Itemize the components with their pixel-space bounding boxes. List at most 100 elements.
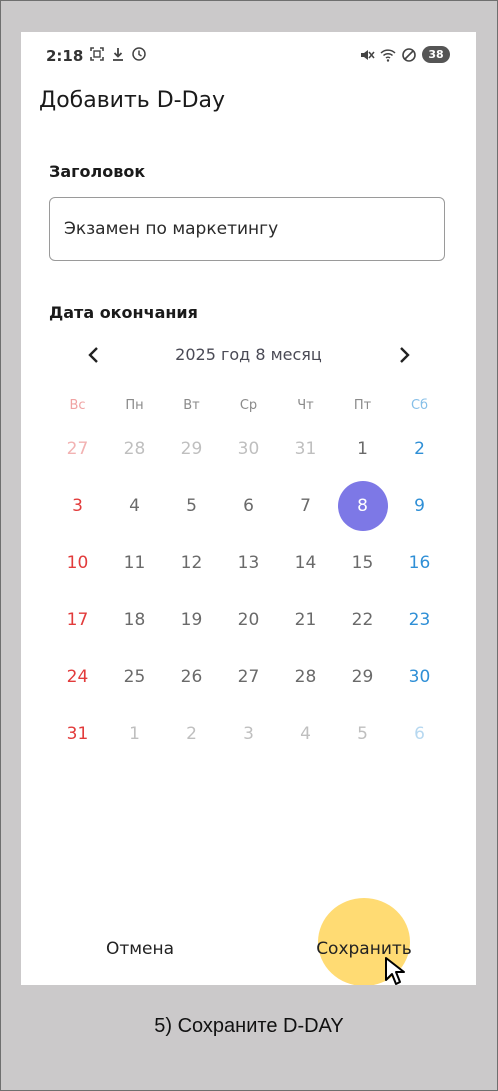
calendar-day-number: 1	[357, 438, 368, 459]
calendar-day[interactable]: 29	[163, 420, 220, 477]
calendar-day[interactable]: 7	[277, 477, 334, 534]
calendar-day[interactable]: 20	[220, 591, 277, 648]
calendar-day[interactable]: 26	[163, 648, 220, 705]
calendar-day-number: 24	[66, 666, 89, 687]
calendar-day[interactable]: 2	[163, 705, 220, 762]
title-input[interactable]	[49, 197, 445, 261]
calendar-day[interactable]: 13	[220, 534, 277, 591]
calendar-day[interactable]: 17	[49, 591, 106, 648]
calendar-day[interactable]: 19	[163, 591, 220, 648]
calendar-day[interactable]: 24	[49, 648, 106, 705]
calendar-day[interactable]: 14	[277, 534, 334, 591]
calendar-day-number: 28	[294, 666, 317, 687]
calendar-day[interactable]: 21	[277, 591, 334, 648]
calendar-day[interactable]: 6	[391, 705, 448, 762]
calendar-day[interactable]: 27	[49, 420, 106, 477]
calendar-week-row: 3 4 5 6 7 8 9	[49, 477, 448, 534]
calendar-day[interactable]: 28	[106, 420, 163, 477]
phone-screen: 2:18 38 Добавить D-Day Заголовок Экзамен…	[21, 32, 476, 985]
calendar-day-number: 27	[66, 438, 89, 459]
calendar-day-selected[interactable]: 8	[334, 477, 391, 534]
calendar-day-number: 26	[180, 666, 203, 687]
calendar-day-number: 31	[66, 723, 89, 744]
calendar-day-number: 27	[237, 666, 260, 687]
calendar-day[interactable]: 5	[163, 477, 220, 534]
calendar-day-number: 2	[414, 438, 425, 459]
calendar-day-number: 14	[294, 552, 317, 573]
calendar-week-row: 17 18 19 20 21 22 23	[49, 591, 448, 648]
calendar-day[interactable]: 6	[220, 477, 277, 534]
weekday-header-row: Вс Пн Вт Ср Чт Пт Сб	[49, 392, 448, 420]
calendar-day[interactable]: 27	[220, 648, 277, 705]
timer-icon	[132, 47, 146, 61]
calendar-day[interactable]: 11	[106, 534, 163, 591]
calendar-day-number: 2	[186, 723, 197, 744]
calendar-day-number: 30	[237, 438, 260, 459]
weekday-header: Сб	[410, 398, 429, 413]
calendar-day[interactable]: 3	[49, 477, 106, 534]
calendar-day-number: 23	[408, 609, 431, 630]
calendar-day-number: 13	[237, 552, 260, 573]
wifi-icon	[380, 48, 396, 62]
calendar-day-number: 28	[123, 438, 146, 459]
weekday-header: Ср	[239, 398, 258, 413]
calendar-day[interactable]: 3	[220, 705, 277, 762]
calendar-day[interactable]: 16	[391, 534, 448, 591]
weekday-header: Чт	[297, 398, 314, 413]
mute-icon	[361, 49, 375, 60]
calendar-day[interactable]: 18	[106, 591, 163, 648]
end-date-label: Дата окончания	[49, 303, 198, 322]
calendar-day-number: 3	[243, 723, 254, 744]
title-field-label: Заголовок	[49, 162, 146, 181]
calendar-day[interactable]: 9	[391, 477, 448, 534]
calendar-day[interactable]: 15	[334, 534, 391, 591]
instruction-caption: 5) Сохраните D-DAY	[154, 1015, 344, 1037]
calendar-day-number: 17	[66, 609, 89, 630]
weekday-header: Пт	[353, 398, 372, 413]
calendar-day-number: 4	[300, 723, 311, 744]
calendar-week-row: 27 28 29 30 31 1 2	[49, 420, 448, 477]
calendar-week-row: 24 25 26 27 28 29 30	[49, 648, 448, 705]
calendar-day[interactable]: 1	[334, 420, 391, 477]
calendar-day[interactable]: 4	[277, 705, 334, 762]
battery-indicator: 38	[422, 46, 450, 63]
calendar-day[interactable]: 2	[391, 420, 448, 477]
calendar-day[interactable]: 5	[334, 705, 391, 762]
calendar-day-number: 6	[243, 495, 254, 516]
calendar-day[interactable]: 25	[106, 648, 163, 705]
calendar-grid: Вс Пн Вт Ср Чт Пт Сб 27 28 29 30 31 1 2 3 4 5 6 7 8 9 10 11 12 1…	[49, 392, 448, 762]
calendar-day-number: 7	[300, 495, 311, 516]
calendar-day-number: 4	[129, 495, 140, 516]
calendar-week-row: 31 1 2 3 4 5 6	[49, 705, 448, 762]
calendar-day-number: 31	[294, 438, 317, 459]
calendar-day[interactable]: 1	[106, 705, 163, 762]
calendar-day-number: 19	[180, 609, 203, 630]
calendar-day[interactable]: 23	[391, 591, 448, 648]
calendar-day[interactable]: 30	[391, 648, 448, 705]
calendar-day[interactable]: 31	[49, 705, 106, 762]
calendar-day-number: 18	[123, 609, 146, 630]
calendar-day-number: 10	[66, 552, 89, 573]
download-icon	[113, 48, 123, 61]
calendar-day-number: 1	[129, 723, 140, 744]
calendar-day[interactable]: 30	[220, 420, 277, 477]
calendar-day[interactable]: 4	[106, 477, 163, 534]
calendar-day[interactable]: 12	[163, 534, 220, 591]
calendar-day[interactable]: 22	[334, 591, 391, 648]
calendar-day-number: 21	[294, 609, 317, 630]
cancel-button[interactable]: Отмена	[85, 934, 195, 964]
calendar-day[interactable]: 29	[334, 648, 391, 705]
calendar-day-number: 30	[408, 666, 431, 687]
next-month-button[interactable]	[389, 342, 419, 368]
weekday-header: Вс	[69, 398, 86, 413]
calendar-day-number: 12	[180, 552, 203, 573]
calendar-day-number: 29	[351, 666, 374, 687]
calendar-day-number: 15	[351, 552, 374, 573]
calendar-day-number: 5	[357, 723, 368, 744]
calendar-day[interactable]: 28	[277, 648, 334, 705]
calendar-day-number: 25	[123, 666, 146, 687]
screenshot-icon	[90, 47, 104, 61]
calendar-day[interactable]: 10	[49, 534, 106, 591]
calendar-day[interactable]: 31	[277, 420, 334, 477]
calendar-day-number: 5	[186, 495, 197, 516]
